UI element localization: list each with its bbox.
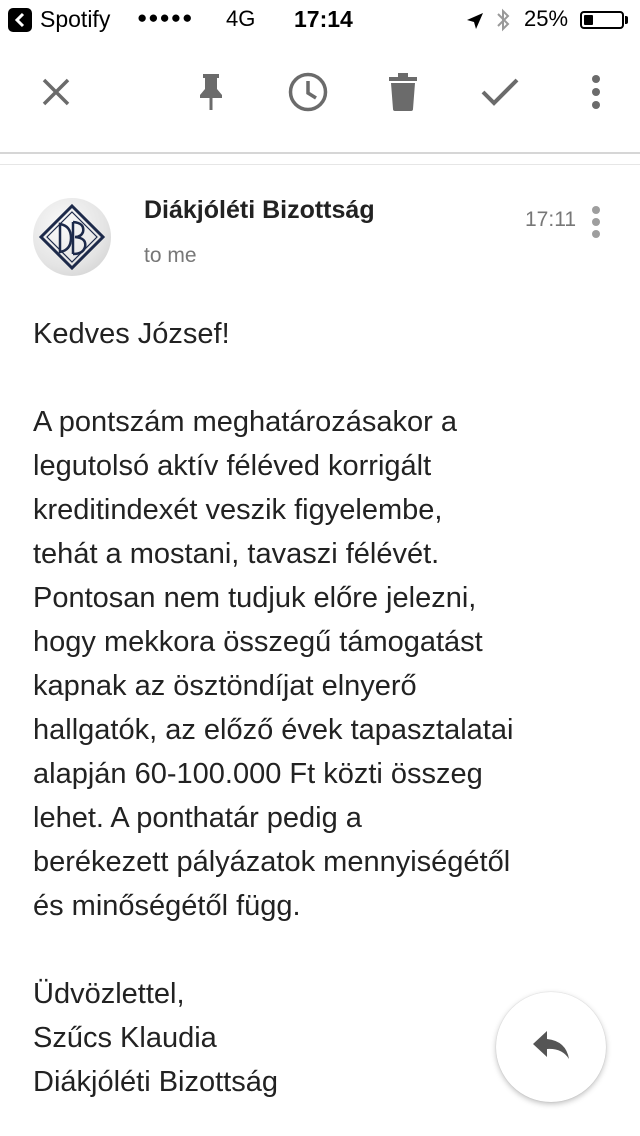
signal-strength-icon: ●●●●●	[137, 8, 194, 27]
snooze-clock-icon[interactable]	[278, 62, 338, 122]
body-line: kapnak az ösztöndíjat elnyerő	[33, 670, 417, 702]
action-toolbar	[0, 40, 640, 152]
message-time: 17:11	[525, 208, 576, 231]
battery-level	[584, 15, 593, 25]
body-line: A pontszám meghatározásakor a	[33, 406, 457, 438]
close-icon[interactable]	[26, 62, 86, 122]
battery-percent: 25%	[524, 6, 569, 31]
status-bar: Spotify ●●●●● 4G 17:14 25%	[0, 0, 640, 40]
body-line: tehát a mostani, tavaszi félévét.	[33, 538, 440, 570]
network-type: 4G	[226, 6, 256, 31]
message-more-icon[interactable]	[582, 202, 610, 242]
reply-button[interactable]	[496, 992, 606, 1102]
body-line: lehet. A ponthatár pedig a	[33, 802, 362, 834]
body-line: Pontosan nem tudjuk előre jelezni,	[33, 582, 477, 614]
location-arrow-icon	[466, 10, 484, 36]
body-line: hogy mekkora összegű támogatást	[33, 626, 483, 658]
trash-icon[interactable]	[373, 62, 433, 122]
back-app-label[interactable]: Spotify	[40, 6, 110, 33]
check-icon[interactable]	[470, 62, 530, 122]
message-body: Kedves József! A pontszám meghatározásak…	[33, 312, 613, 1104]
reply-icon	[532, 1030, 570, 1065]
sender-avatar[interactable]	[33, 198, 111, 276]
body-line: és minőségétől függ.	[33, 890, 301, 922]
header-divider	[0, 164, 640, 165]
battery-tip	[625, 16, 628, 24]
sender-name[interactable]: Diákjóléti Bizottság	[144, 196, 375, 225]
more-vert-icon[interactable]	[566, 62, 626, 122]
bluetooth-icon	[496, 8, 510, 38]
body-line: kreditindexét veszik figyelembe,	[33, 494, 443, 526]
toolbar-divider	[0, 152, 640, 154]
recipient-details[interactable]: to me	[144, 244, 197, 268]
pin-icon[interactable]	[181, 62, 241, 122]
body-line: alapján 60-100.000 Ft közti összeg	[33, 758, 483, 790]
battery-icon	[580, 11, 624, 29]
back-to-app-icon[interactable]	[8, 8, 32, 32]
body-line: legutolsó aktív féléved korrigált	[33, 450, 432, 482]
status-time: 17:14	[294, 6, 353, 32]
body-line: berékezett pályázatok mennyiségétől	[33, 846, 511, 878]
body-line: hallgatók, az előző évek tapasztalatai	[33, 714, 514, 746]
greeting: Kedves József!	[33, 318, 230, 350]
